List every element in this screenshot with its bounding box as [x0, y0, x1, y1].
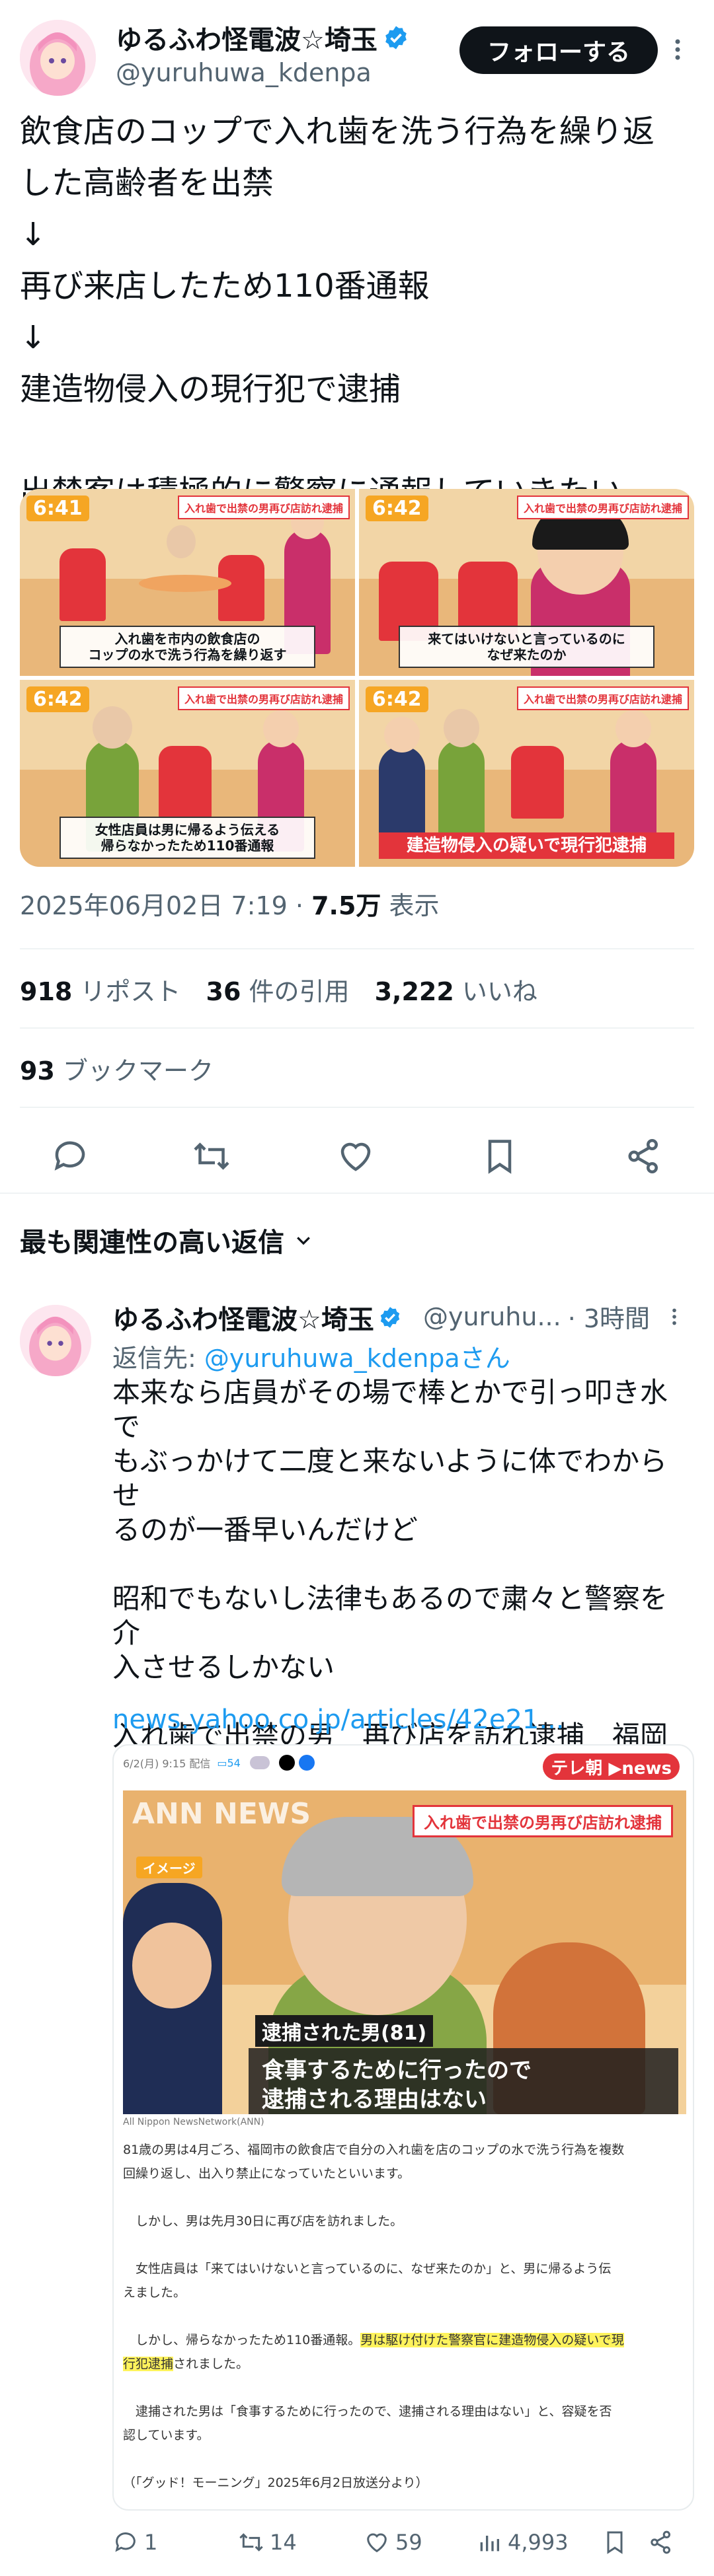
news-headline: 入れ歯で出禁の男再び店訪れ逮捕 — [516, 686, 689, 710]
reply-reply-button[interactable]: 1 — [112, 2529, 157, 2556]
engagement-stats: 918 リポスト 36 件の引用 3,222 いいね — [20, 971, 537, 1008]
article-meta: 6/2(月) 9:15 配信 ▭ 54 — [123, 1755, 315, 1771]
more-options-icon[interactable] — [661, 1300, 688, 1333]
share-icon[interactable] — [624, 1136, 664, 1176]
comment-icon: ▭ — [217, 1756, 227, 1769]
reply-link[interactable]: news.yahoo.co.jp/articles/42e21... — [112, 1705, 565, 1735]
news-headline: 入れ歯で出禁の男再び店訪れ逮捕 — [516, 496, 689, 519]
image-tag: イメージ — [136, 1857, 202, 1878]
reply-attached-image[interactable]: 6/2(月) 9:15 配信 ▭ 54 テレ朝 ▶news ANN NEWS イメ… — [112, 1744, 694, 2511]
more-options-icon[interactable] — [661, 30, 694, 69]
time-badge: 6:42 — [366, 496, 428, 521]
reply-views-button[interactable]: 4,993 — [476, 2529, 569, 2556]
reply-sort-dropdown[interactable]: 最も関連性の高い返信 — [20, 1221, 313, 1259]
article-body: 81歳の男は4月ごろ、福岡市の飲食店で自分の入れ歯を店のコップの水で洗う行為を複… — [123, 2143, 625, 2490]
news-caption: 来てはいけないと言っているのに なぜ来たのか — [399, 626, 654, 668]
image-caption-small: 逮捕された男(81) — [255, 2015, 434, 2047]
news-headline: 入れ歯で出禁の男再び店訪れ逮捕 — [177, 686, 350, 710]
bookmark-icon[interactable] — [480, 1136, 520, 1176]
post-header: ゆるふわ怪電波☆埼玉 @yuruhuwa_kdenpa フォローする — [0, 0, 714, 116]
image-caption-quote: 食事するために行ったので 逮捕される理由はない — [249, 2048, 678, 2114]
follow-button[interactable]: フォローする — [459, 26, 658, 74]
x-share-icon[interactable] — [278, 1755, 295, 1771]
time-badge: 6:41 — [26, 496, 89, 521]
like-icon[interactable] — [336, 1136, 376, 1176]
author-avatar[interactable] — [20, 20, 96, 96]
divider — [0, 1193, 714, 1194]
time-badge: 6:42 — [26, 686, 89, 712]
image-headline: 入れ歯で出禁の男再び店訪れ逮捕 — [413, 1805, 673, 1837]
news-caption: 建造物侵入の疑いで現行犯逮捕 — [379, 832, 674, 859]
reply-action-bar: 1 14 59 4,993 — [112, 2529, 694, 2569]
reply-repost-button[interactable]: 14 — [238, 2529, 297, 2556]
verified-badge-icon — [383, 24, 409, 51]
action-bar — [0, 1123, 714, 1189]
time-badge: 6:42 — [366, 686, 428, 712]
post-meta: 2025年06月02日 7:19 · 7.5万 表示 — [20, 891, 440, 920]
divider — [20, 1107, 694, 1108]
reply-icon[interactable] — [50, 1136, 90, 1176]
author-handle[interactable]: @yuruhuwa_kdenpa — [116, 58, 372, 87]
reply-author-name[interactable]: ゆるふわ怪電波☆埼玉 — [112, 1298, 402, 1337]
media-image-4[interactable]: 6:42 入れ歯で出禁の男再び店訪れ逮捕 建造物侵入の疑いで現行犯逮捕 — [359, 680, 694, 867]
chevron-down-icon — [294, 1230, 313, 1250]
media-image-1[interactable]: 6:41 入れ歯で出禁の男再び店訪れ逮捕 入れ歯を市内の飲食店の コップの水で洗… — [20, 489, 355, 676]
reply-author-avatar[interactable] — [20, 1305, 91, 1376]
quotes-stat[interactable]: 36 件の引用 — [206, 977, 350, 1006]
reply-handle[interactable]: @yuruhu... · 3時間 — [423, 1298, 650, 1335]
news-brand-logo: テレ朝 ▶news — [543, 1753, 680, 1780]
news-caption: 女性店員は男に帰るよう伝える 帰らなかったため110番通報 — [60, 817, 315, 859]
post-date[interactable]: 2025年06月02日 7:19 — [20, 891, 288, 920]
views-count: 7.5万 — [311, 891, 381, 920]
ann-watermark: ANN NEWS — [132, 1797, 311, 1831]
divider — [20, 948, 694, 949]
reply-bookmark-icon[interactable] — [602, 2529, 628, 2556]
repost-icon[interactable] — [192, 1136, 231, 1176]
post-media-grid[interactable]: 6:41 入れ歯で出禁の男再び店訪れ逮捕 入れ歯を市内の飲食店の コップの水で洗… — [20, 489, 694, 867]
bookmarks-stat[interactable]: 93 ブックマーク — [20, 1050, 214, 1087]
media-image-3[interactable]: 6:42 入れ歯で出禁の男再び店訪れ逮捕 女性店員は男に帰るよう伝える 帰らなか… — [20, 680, 355, 867]
divider — [20, 1027, 694, 1029]
verified-badge-icon — [378, 1306, 402, 1329]
reply-like-button[interactable]: 59 — [364, 2529, 422, 2556]
reply-to: 返信先: @yuruhuwa_kdenpaさん — [112, 1344, 510, 1373]
author-name[interactable]: ゆるふわ怪電波☆埼玉 — [116, 18, 409, 57]
reply-time: · 3時間 — [567, 1304, 651, 1333]
reply-share-icon[interactable] — [648, 2529, 674, 2556]
news-caption: 入れ歯を市内の飲食店の コップの水で洗う行為を繰り返す — [60, 626, 315, 668]
reply-to-handle[interactable]: @yuruhuwa_kdenpaさん — [204, 1344, 510, 1373]
reposts-stat[interactable]: 918 リポスト — [20, 977, 180, 1006]
reaction-icons — [249, 1756, 270, 1769]
news-headline: 入れ歯で出禁の男再び店訪れ逮捕 — [177, 496, 350, 519]
media-image-2[interactable]: 6:42 入れ歯で出禁の男再び店訪れ逮捕 来てはいけないと言っているのに なぜ来… — [359, 489, 694, 676]
likes-stat[interactable]: 3,222 いいね — [375, 977, 537, 1006]
article-photo: ANN NEWS イメージ 入れ歯で出禁の男再び店訪れ逮捕 逮捕された男(81)… — [123, 1790, 686, 2114]
photo-credit: All Nippon NewsNetwork(ANN) — [123, 2117, 264, 2127]
facebook-share-icon[interactable] — [298, 1755, 315, 1771]
post-text: 飲食店のコップで入れ歯を洗う行為を繰り返 した高齢者を出禁 ↓ 再び来店したため… — [20, 113, 655, 511]
